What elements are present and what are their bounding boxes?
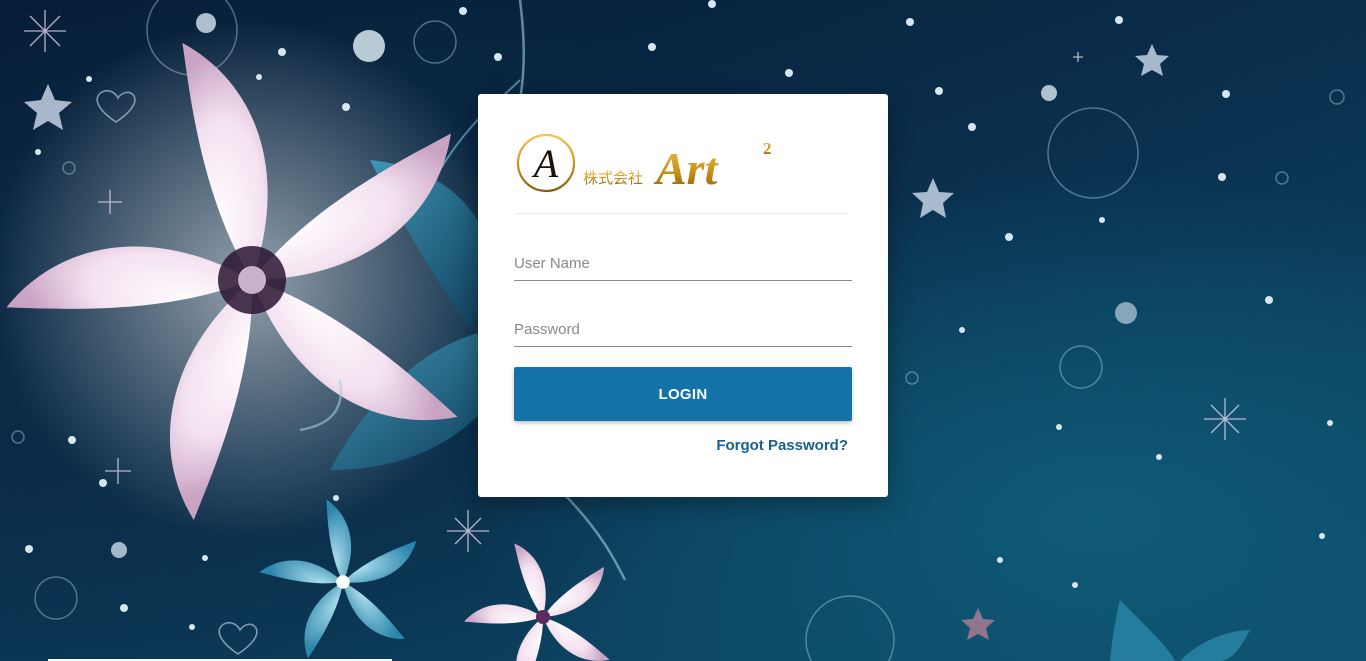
login-card: A 株式会社 Art 2 LOGIN Forgot Password? (478, 94, 888, 497)
username-field (514, 240, 852, 281)
password-input[interactable] (514, 321, 852, 338)
login-button[interactable]: LOGIN (514, 367, 852, 421)
logo-emblem-letter: A (531, 141, 559, 186)
logo-divider (516, 213, 848, 214)
logo-brand-name: Art (653, 143, 719, 194)
company-logo: A 株式会社 Art 2 (516, 133, 772, 194)
forgot-password-link[interactable]: Forgot Password? (716, 437, 848, 454)
logo-japanese-text: 株式会社 (583, 169, 643, 187)
logo-brand-superscript: 2 (763, 139, 772, 158)
password-field (514, 306, 852, 347)
username-input[interactable] (514, 255, 852, 272)
